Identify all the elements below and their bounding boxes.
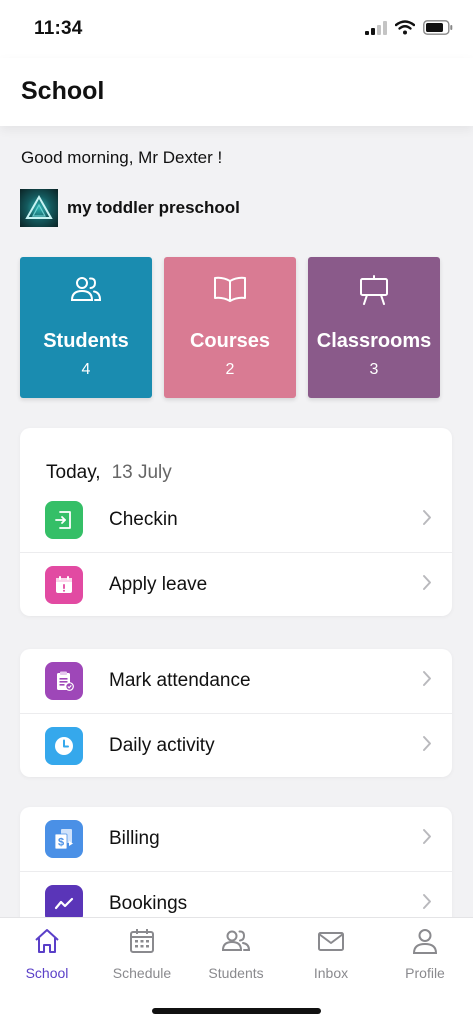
checkin-icon bbox=[45, 501, 83, 539]
person-icon bbox=[378, 926, 472, 956]
school-logo bbox=[20, 189, 58, 227]
chevron-right-icon bbox=[422, 574, 432, 596]
classrooms-tile[interactable]: Classrooms 3 bbox=[308, 257, 440, 398]
list-item-checkin[interactable]: Checkin bbox=[20, 488, 452, 552]
tab-schedule[interactable]: Schedule bbox=[95, 926, 189, 981]
list-item-daily-activity[interactable]: Daily activity bbox=[20, 713, 452, 777]
courses-tile[interactable]: Courses 2 bbox=[164, 257, 296, 398]
list-item-bookings[interactable]: Bookings bbox=[20, 871, 452, 917]
tab-label: Schedule bbox=[112, 965, 172, 981]
chevron-right-icon bbox=[422, 670, 432, 692]
tab-label: Profile bbox=[405, 965, 445, 981]
summary-tiles: Students 4 Courses 2 Classrooms 3 bbox=[20, 257, 440, 398]
tab-school[interactable]: School bbox=[0, 926, 94, 981]
list-item-label: Bookings bbox=[109, 892, 188, 914]
list-item-label: Billing bbox=[109, 828, 160, 849]
classrooms-tile-count: 3 bbox=[369, 361, 379, 378]
school-name: my toddler preschool bbox=[67, 198, 240, 217]
attendance-card: Mark attendance Daily activity bbox=[20, 649, 452, 777]
tab-label: School bbox=[25, 965, 69, 981]
list-item-apply-leave[interactable]: Apply leave bbox=[20, 552, 452, 616]
list-item-mark-attendance[interactable]: Mark attendance bbox=[20, 649, 452, 713]
chevron-right-icon bbox=[422, 509, 432, 531]
greeting-text: Good morning, Mr Dexter ! bbox=[21, 148, 223, 167]
school-selector[interactable]: my toddler preschool bbox=[20, 189, 240, 227]
classrooms-tile-label: Classrooms bbox=[316, 330, 432, 352]
list-item-label: Checkin bbox=[109, 509, 178, 530]
users-icon bbox=[70, 275, 102, 308]
battery-icon bbox=[423, 20, 453, 35]
tab-inbox[interactable]: Inbox bbox=[284, 926, 378, 981]
list-item-label: Apply leave bbox=[109, 573, 208, 595]
users-icon bbox=[189, 926, 283, 956]
today-date: 13 July bbox=[111, 462, 172, 483]
clock-icon bbox=[45, 726, 83, 765]
page-title: School bbox=[21, 77, 105, 105]
students-tile-label: Students bbox=[43, 330, 129, 352]
home-indicator[interactable] bbox=[152, 1008, 321, 1014]
chevron-right-icon bbox=[422, 893, 432, 915]
easel-icon bbox=[358, 275, 390, 310]
trend-icon bbox=[45, 884, 83, 917]
list-item-label: Daily activity bbox=[109, 734, 215, 756]
mail-icon bbox=[284, 926, 378, 956]
today-label: Today, bbox=[46, 462, 101, 483]
home-icon bbox=[0, 926, 94, 956]
calendar-icon bbox=[95, 926, 189, 956]
courses-tile-count: 2 bbox=[225, 361, 235, 378]
courses-tile-label: Courses bbox=[189, 330, 271, 352]
app-header: School bbox=[0, 58, 473, 126]
tab-label: Students bbox=[208, 965, 264, 981]
list-item-billing[interactable]: $ Billing bbox=[20, 807, 452, 871]
billing-icon: $ bbox=[45, 820, 83, 858]
signal-icon bbox=[365, 20, 387, 35]
wifi-icon bbox=[395, 20, 415, 35]
tab-profile[interactable]: Profile bbox=[378, 926, 472, 981]
bottom-tab-bar: School Schedule Students Inbox Profile bbox=[0, 917, 473, 1024]
list-item-label: Mark attendance bbox=[109, 670, 251, 691]
status-bar: 11:34 bbox=[0, 0, 473, 58]
tab-students[interactable]: Students bbox=[189, 926, 283, 981]
chevron-right-icon bbox=[422, 828, 432, 850]
calendar-alert-icon bbox=[45, 565, 83, 604]
main-content[interactable]: Good morning, Mr Dexter ! my toddler pre… bbox=[0, 126, 473, 917]
today-date-header: Today, 13 July bbox=[20, 428, 452, 488]
chevron-right-icon bbox=[422, 735, 432, 757]
billing-card: $ Billing Bookings bbox=[20, 807, 452, 917]
svg-text:$: $ bbox=[58, 837, 64, 849]
clipboard-check-icon bbox=[45, 662, 83, 700]
status-icons bbox=[365, 20, 453, 35]
today-card: Today, 13 July Checkin Apply leave bbox=[20, 428, 452, 616]
book-icon bbox=[213, 275, 247, 308]
status-time: 11:34 bbox=[34, 18, 83, 39]
students-tile-count: 4 bbox=[81, 361, 91, 378]
students-tile[interactable]: Students 4 bbox=[20, 257, 152, 398]
tab-label: Inbox bbox=[313, 965, 349, 981]
